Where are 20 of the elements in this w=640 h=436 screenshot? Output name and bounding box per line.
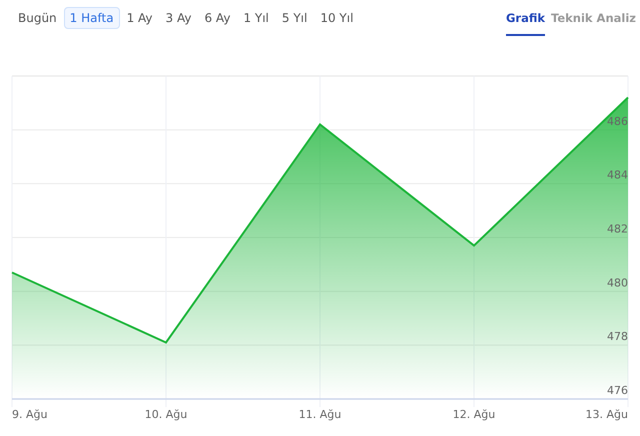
view-tab[interactable]: Grafik: [506, 7, 546, 36]
x-axis-label: 10. Ağu: [144, 408, 188, 421]
range-tab[interactable]: 10 Yıl: [314, 7, 360, 29]
x-axis-label: 11. Ağu: [298, 408, 342, 421]
y-axis-label: 480: [607, 276, 628, 290]
y-axis-label: 482: [607, 222, 628, 236]
y-axis-label: 476: [607, 384, 628, 397]
range-tab[interactable]: 1 Ay: [120, 7, 159, 29]
range-tab[interactable]: 6 Ay: [198, 7, 236, 29]
y-axis-label: 486: [607, 114, 628, 128]
y-axis-label: 478: [607, 330, 628, 344]
range-tab[interactable]: 3 Ay: [160, 7, 198, 29]
x-axis-label: 9. Ağu: [12, 408, 48, 421]
range-tab[interactable]: Bugün: [12, 7, 63, 29]
x-axis-label: 13. Ağu: [586, 408, 628, 421]
range-tab[interactable]: 1 Yıl: [237, 7, 275, 29]
x-axis-label: 12. Ağu: [452, 408, 496, 421]
range-tab[interactable]: 5 Yıl: [276, 7, 314, 29]
range-tab[interactable]: 1 Hafta: [64, 7, 120, 29]
y-axis-label: 484: [607, 168, 628, 182]
